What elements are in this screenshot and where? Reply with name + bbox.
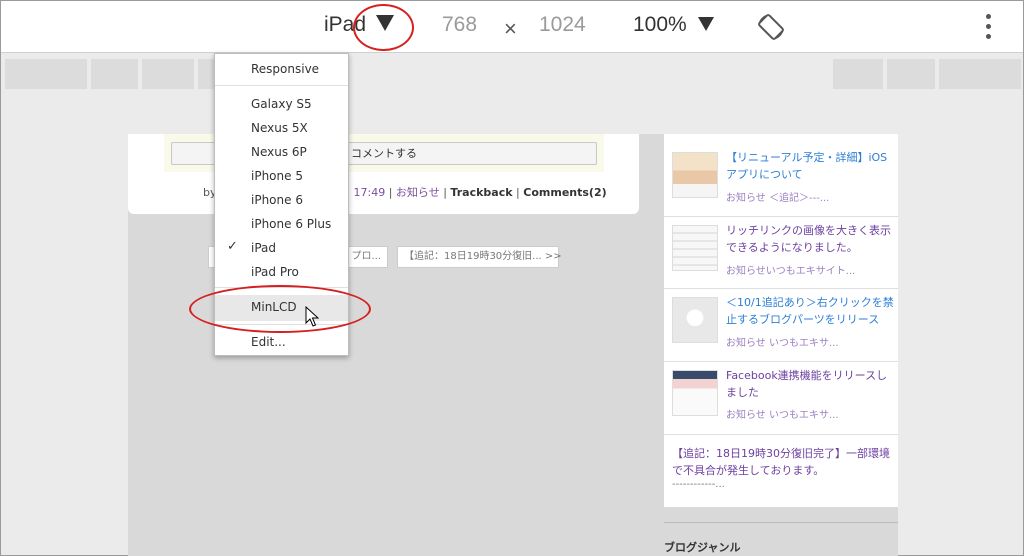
sidebar-list-item[interactable]: リッチリンクの画像を大きく表示できるようになりました。 お知らせいつもエキサイト… — [664, 217, 898, 289]
comments-link[interactable]: Comments(2) — [523, 186, 606, 199]
thumbnail — [672, 297, 718, 343]
menu-separator — [215, 85, 348, 86]
media-query-segment[interactable] — [887, 59, 935, 89]
next-post-button[interactable]: 【追記：18日19時30分復旧... >> — [397, 246, 562, 268]
media-query-segment[interactable] — [142, 59, 194, 89]
annotation-circle — [353, 4, 414, 51]
annotation-circle — [189, 285, 371, 333]
media-query-segment[interactable] — [939, 59, 1021, 89]
sidebar-item-sub: お知らせ ＜追記＞---... — [726, 193, 830, 204]
media-query-segment[interactable] — [5, 59, 87, 89]
width-input[interactable]: 768 — [442, 13, 477, 37]
menu-item-device[interactable]: iPhone 6 — [251, 193, 303, 207]
sidebar-item-sub: お知らせ いつもエキサ... — [726, 410, 839, 421]
menu-item-device[interactable]: iPad Pro — [251, 265, 299, 279]
meta-separator: | — [443, 186, 447, 199]
sidebar-list-item[interactable]: 【追記：18日19時30分復旧完了】一部環境で不具合が発生しております。 ---… — [664, 435, 898, 507]
sidebar-item-title[interactable]: 【追記：18日19時30分復旧完了】一部環境で不具合が発生しております。 — [672, 445, 892, 479]
rotate-icon[interactable] — [757, 13, 785, 41]
meta-separator: | — [516, 186, 520, 199]
sidebar-item-sub: ------------... — [672, 479, 725, 490]
thumbnail — [672, 370, 718, 416]
menu-item-device[interactable]: Galaxy S5 — [251, 97, 312, 111]
sidebar-item-title[interactable]: リッチリンクの画像を大きく表示できるようになりました。 — [726, 222, 894, 256]
thumbnail — [672, 225, 718, 271]
dimension-separator: × — [504, 16, 517, 41]
sidebar-list-item[interactable]: Facebook連携機能をリリースしました お知らせ いつもエキサ... — [664, 362, 898, 435]
device-toolbar: iPad 768 × 1024 100% — [1, 1, 1023, 53]
mouse-cursor-icon — [305, 306, 319, 327]
media-query-bar — [5, 59, 1021, 89]
prev-post-label: プロ... — [351, 251, 381, 262]
media-query-segment[interactable] — [833, 59, 883, 89]
more-vert-icon[interactable] — [981, 14, 995, 42]
sidebar-divider — [664, 522, 898, 523]
menu-item-responsive[interactable]: Responsive — [251, 62, 319, 76]
height-input[interactable]: 1024 — [539, 13, 586, 37]
menu-item-edit[interactable]: Edit... — [251, 335, 286, 349]
sidebar-item-sub: お知らせいつもエキサイト... — [726, 266, 856, 277]
meta-category-link[interactable]: お知らせ — [396, 186, 440, 199]
menu-item-device[interactable]: Nexus 5X — [251, 121, 308, 135]
checkmark-icon: ✓ — [227, 239, 238, 254]
menu-item-device[interactable]: Nexus 6P — [251, 145, 307, 159]
sidebar-genre-heading: ブログジャンル — [664, 541, 741, 554]
menu-item-device-selected[interactable]: iPad — [251, 241, 276, 255]
sidebar-item-title[interactable]: 【リニューアル予定・詳細】iOSアプリについて — [726, 149, 894, 183]
meta-time-link[interactable]: 17:49 — [354, 186, 386, 199]
menu-item-device[interactable]: iPhone 6 Plus — [251, 217, 331, 231]
zoom-dropdown-arrow-icon[interactable] — [698, 17, 714, 31]
sidebar-item-title[interactable]: Facebook連携機能をリリースしました — [726, 367, 894, 401]
sidebar-list-item[interactable]: 【リニューアル予定・詳細】iOSアプリについて お知らせ ＜追記＞---... — [664, 144, 898, 217]
thumbnail — [672, 152, 718, 198]
meta-separator: | — [388, 186, 393, 199]
media-query-segment[interactable] — [91, 59, 138, 89]
sidebar-list-item[interactable]: ＜10/1追記あり＞右クリックを禁止するブログパーツをリリース お知らせ いつも… — [664, 289, 898, 362]
sidebar-item-sub: お知らせ いつもエキサ... — [726, 338, 839, 349]
menu-item-device[interactable]: iPhone 5 — [251, 169, 303, 183]
zoom-select-label[interactable]: 100% — [633, 13, 687, 37]
sidebar-item-title[interactable]: ＜10/1追記あり＞右クリックを禁止するブログパーツをリリース — [726, 294, 894, 328]
media-query-segment[interactable] — [198, 59, 214, 89]
trackback-link[interactable]: Trackback — [450, 186, 512, 199]
